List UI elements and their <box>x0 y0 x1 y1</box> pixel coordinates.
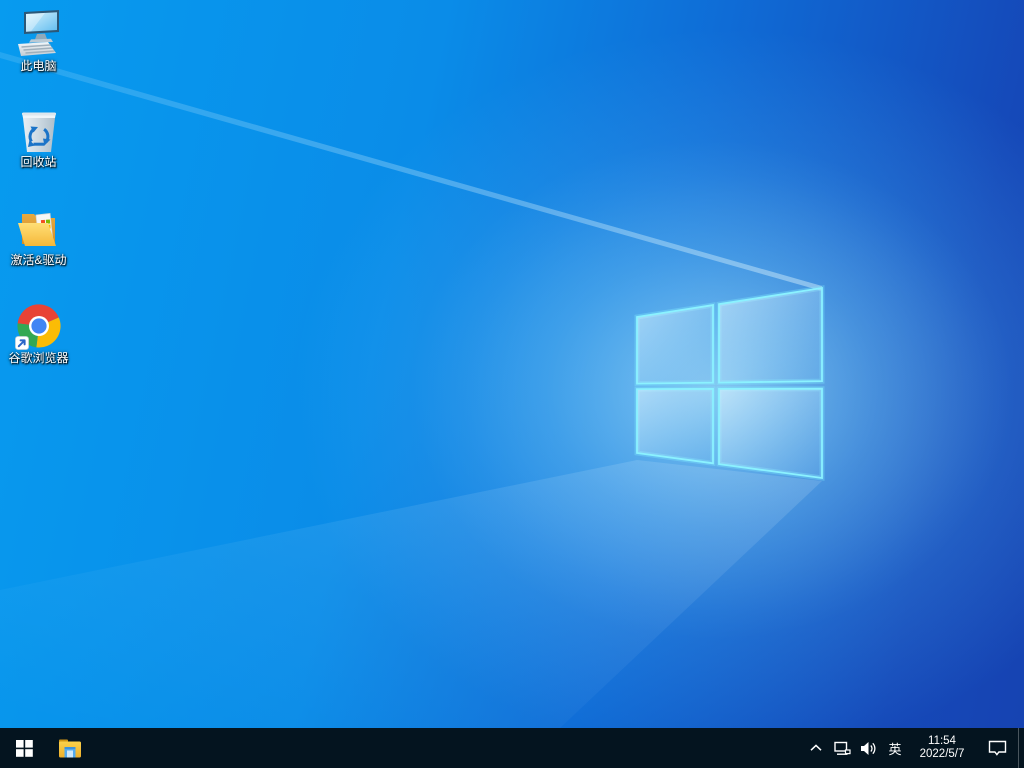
tray-show-hidden-icons-button[interactable] <box>804 728 828 768</box>
file-explorer-icon <box>59 739 81 757</box>
clock-time: 11:54 <box>928 735 956 747</box>
desktop-icon-activation-drivers[interactable]: 激活&驱动 <box>1 204 76 268</box>
floor-beam <box>0 460 822 728</box>
desktop-icon-label: 激活&驱动 <box>10 253 67 267</box>
windows-desktop-screen: 此电脑 回收站 激活&驱动 谷歌浏览器 英 11:54 2022/5/7 <box>0 0 1024 768</box>
desktop-icon-recycle-bin[interactable]: 回收站 <box>1 106 76 170</box>
wallpaper-windows-logo-art <box>0 52 1012 728</box>
action-center-button[interactable] <box>976 728 1018 768</box>
desktop-icon-label: 此电脑 <box>20 59 57 73</box>
taskbar: 英 11:54 2022/5/7 <box>0 728 1024 768</box>
computer-icon <box>17 10 59 56</box>
tray-network-button[interactable] <box>828 728 856 768</box>
volume-icon <box>861 741 876 755</box>
ime-language-label: 英 <box>888 741 902 757</box>
windows-start-icon <box>15 739 33 757</box>
desktop-icon-this-pc[interactable]: 此电脑 <box>1 10 76 74</box>
chevron-up-icon <box>810 744 822 751</box>
start-button[interactable] <box>0 728 48 768</box>
taskbar-empty-area <box>92 728 804 768</box>
tray-ime-indicator-button[interactable]: 英 <box>882 728 908 768</box>
network-ethernet-icon <box>833 741 851 755</box>
shortcut-arrow-overlay <box>14 336 29 350</box>
recycle-bin-icon <box>21 112 56 152</box>
system-tray: 英 11:54 2022/5/7 <box>804 728 1024 768</box>
chrome-icon <box>14 304 61 350</box>
desktop-wallpaper: 此电脑 回收站 激活&驱动 谷歌浏览器 <box>0 0 1024 728</box>
clock-date: 2022/5/7 <box>919 748 965 760</box>
action-center-icon <box>988 740 1006 756</box>
open-folder-icon <box>17 213 56 246</box>
desktop-icon-label: 谷歌浏览器 <box>8 351 69 365</box>
desktop-icon-google-chrome[interactable]: 谷歌浏览器 <box>1 302 76 366</box>
desktop-icon-label: 回收站 <box>20 155 57 169</box>
tray-volume-button[interactable] <box>856 728 882 768</box>
taskbar-file-explorer-button[interactable] <box>48 728 92 768</box>
tray-clock-button[interactable]: 11:54 2022/5/7 <box>908 728 976 768</box>
show-desktop-button[interactable] <box>1018 728 1024 768</box>
